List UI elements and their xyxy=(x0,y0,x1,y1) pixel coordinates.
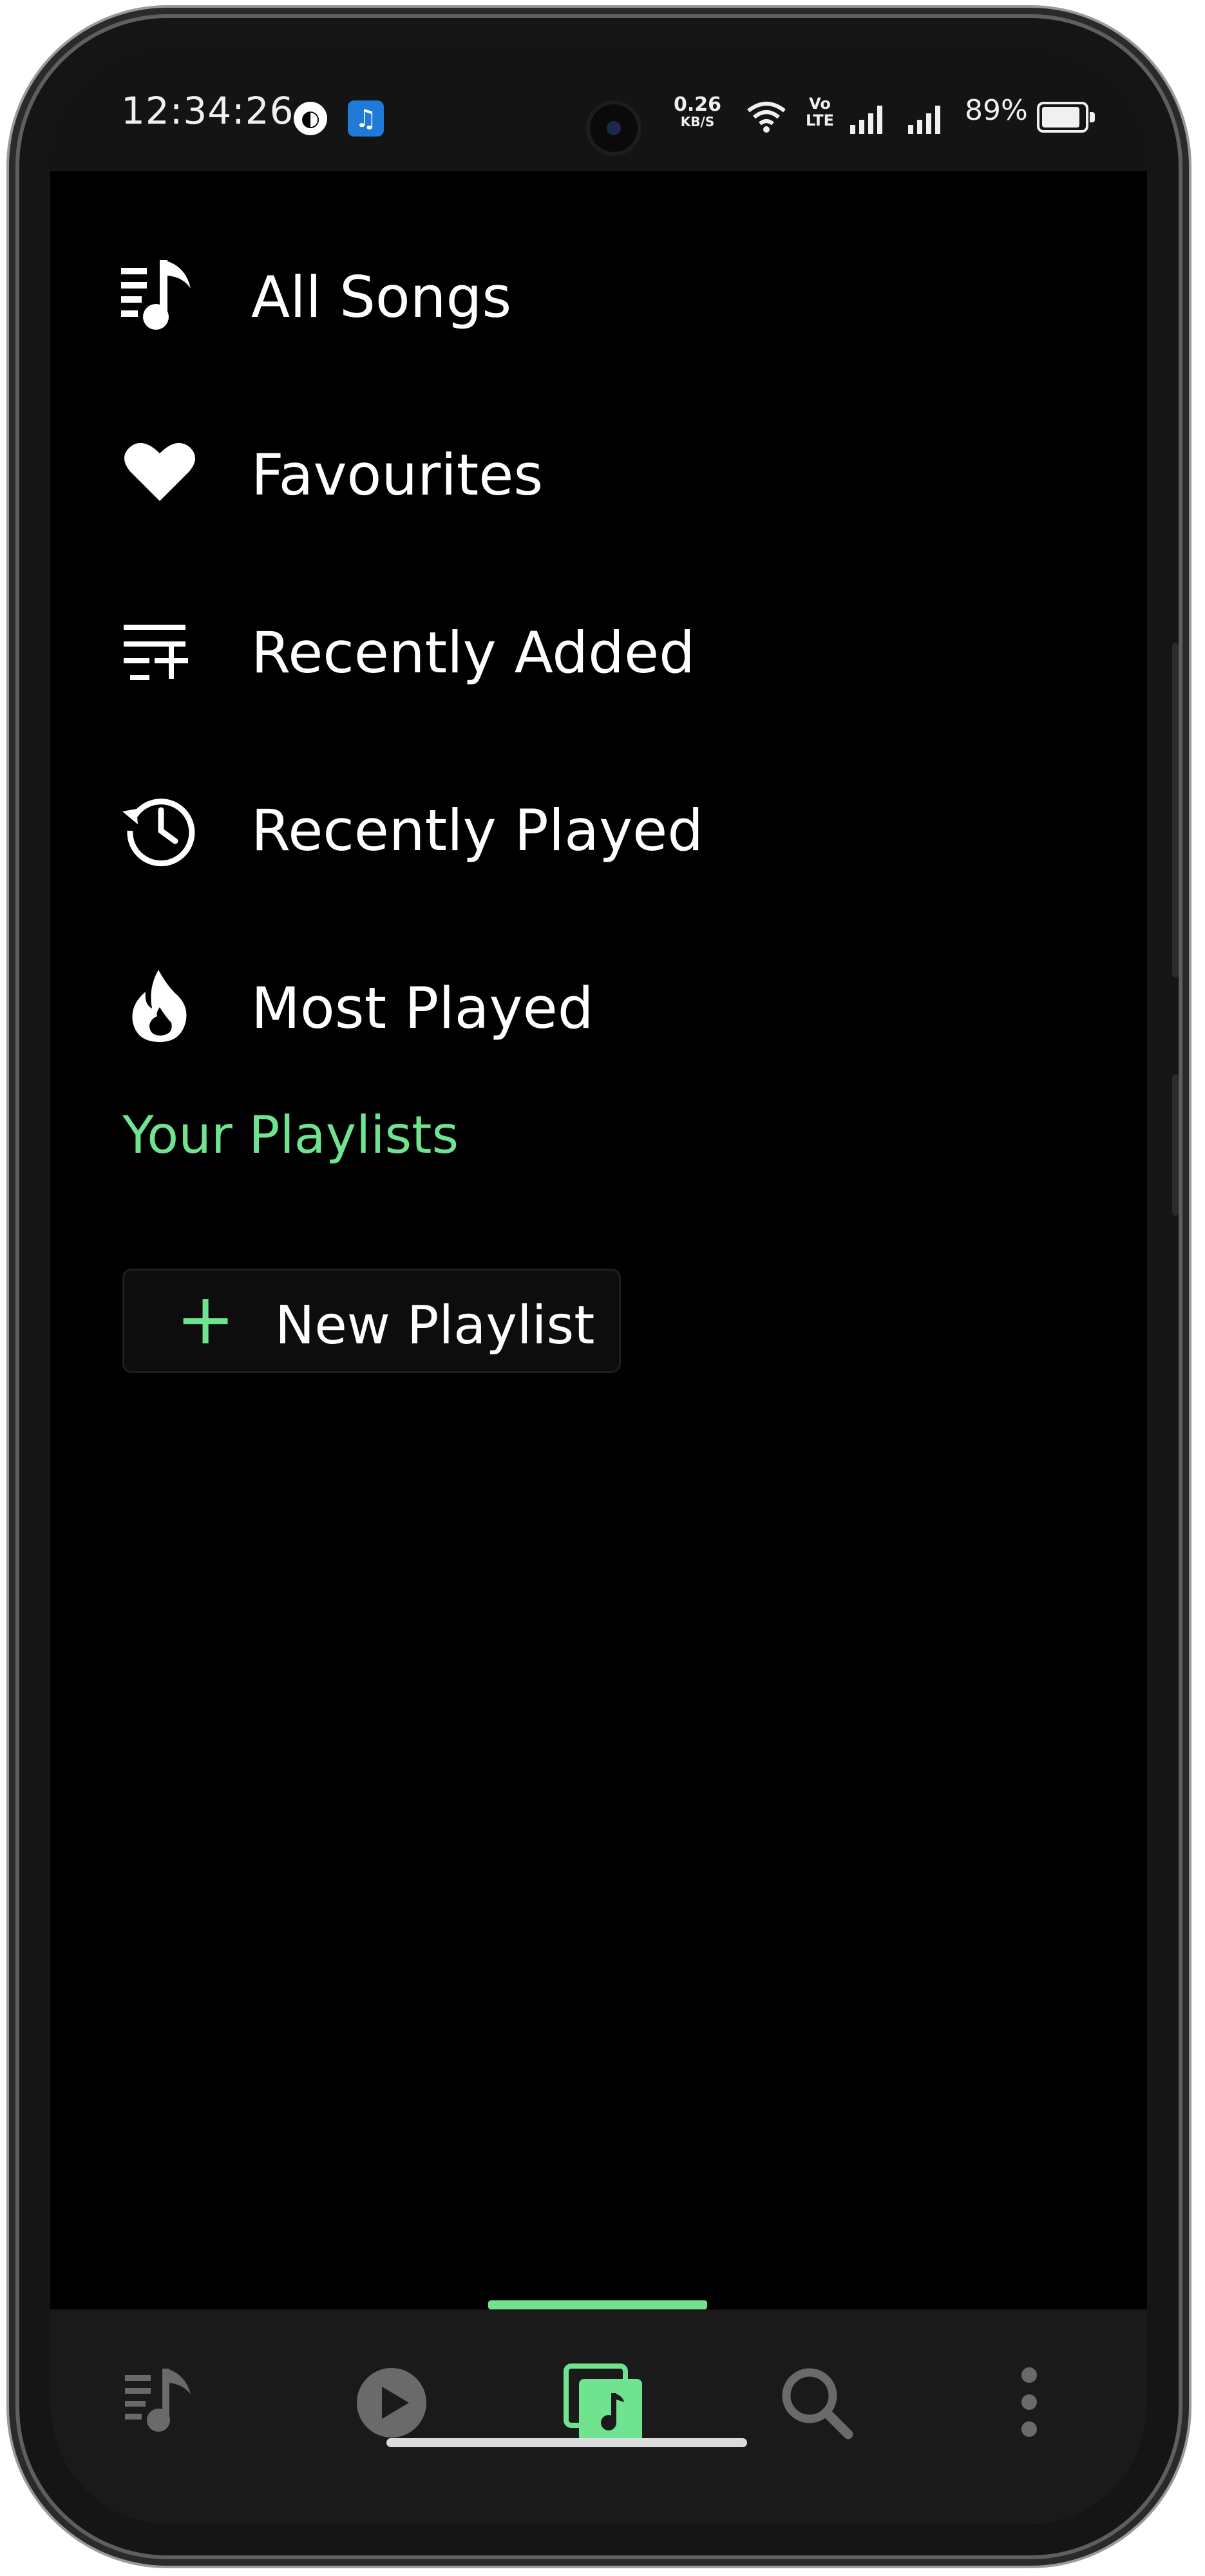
tab-more[interactable] xyxy=(991,2361,1081,2451)
volte-indicator: Vo LTE xyxy=(797,95,842,129)
menu-label-recently-added: Recently Added xyxy=(251,620,696,686)
screen: 12:34:26 ◐ ♫ 0.26 KB/S Vo LTE 89% All So… xyxy=(50,49,1147,2524)
battery-percent: 89% xyxy=(965,94,1028,127)
tab-now-playing[interactable] xyxy=(350,2361,440,2451)
notification-app-icon: ◐ xyxy=(294,102,327,135)
volte-line1: Vo xyxy=(809,95,831,113)
new-playlist-label: New Playlist xyxy=(275,1295,595,1356)
library-music-icon xyxy=(564,2363,642,2442)
tab-library[interactable] xyxy=(562,2361,652,2451)
menu-label-most-played: Most Played xyxy=(251,975,594,1041)
your-playlists-heading: Your Playlists xyxy=(122,1105,459,1165)
new-playlist-button[interactable]: + New Playlist xyxy=(122,1269,621,1373)
signal-icon xyxy=(850,106,882,134)
phone-frame: 12:34:26 ◐ ♫ 0.26 KB/S Vo LTE 89% All So… xyxy=(19,18,1179,2555)
battery-icon xyxy=(1037,102,1095,133)
music-list-icon xyxy=(125,2369,191,2432)
playlist-add-icon xyxy=(124,625,188,680)
menu-item-recently-played[interactable]: Recently Played xyxy=(50,764,823,893)
status-time: 12:34:26 xyxy=(121,89,294,133)
network-speed-value: 0.26 xyxy=(673,93,722,116)
history-icon xyxy=(122,799,195,867)
more-vertical-icon xyxy=(1021,2367,1037,2437)
menu-label-recently-played: Recently Played xyxy=(251,797,704,864)
front-camera xyxy=(590,104,638,152)
status-bar: 12:34:26 ◐ ♫ 0.26 KB/S Vo LTE 89% xyxy=(50,49,1147,171)
menu-item-recently-added[interactable]: Recently Added xyxy=(50,586,823,715)
home-gesture-bar[interactable] xyxy=(386,2438,747,2447)
music-list-icon xyxy=(121,260,191,330)
menu-item-all-songs[interactable]: All Songs xyxy=(50,231,823,359)
bottom-navigation xyxy=(50,2300,1147,2524)
signal-icon-2 xyxy=(908,106,940,134)
volte-line2: LTE xyxy=(805,111,835,129)
tab-songs[interactable] xyxy=(121,2361,211,2451)
music-notification-icon: ♫ xyxy=(348,100,384,137)
plus-icon: + xyxy=(176,1278,236,1360)
menu-label-all-songs: All Songs xyxy=(251,264,512,330)
tab-search[interactable] xyxy=(775,2361,865,2451)
play-circle-icon xyxy=(357,2368,426,2438)
power-button xyxy=(1172,1074,1179,1216)
network-speed-unit: KB/S xyxy=(680,114,715,129)
menu-item-favourites[interactable]: Favourites xyxy=(50,408,823,537)
menu-item-most-played[interactable]: Most Played xyxy=(50,942,823,1070)
wifi-icon xyxy=(747,102,786,133)
search-icon xyxy=(782,2368,853,2439)
heart-icon xyxy=(124,442,195,501)
active-tab-indicator xyxy=(488,2300,707,2309)
volume-button xyxy=(1172,643,1179,978)
fire-icon xyxy=(132,970,187,1042)
menu-label-favourites: Favourites xyxy=(251,442,544,508)
network-speed: 0.26 KB/S xyxy=(669,95,726,129)
